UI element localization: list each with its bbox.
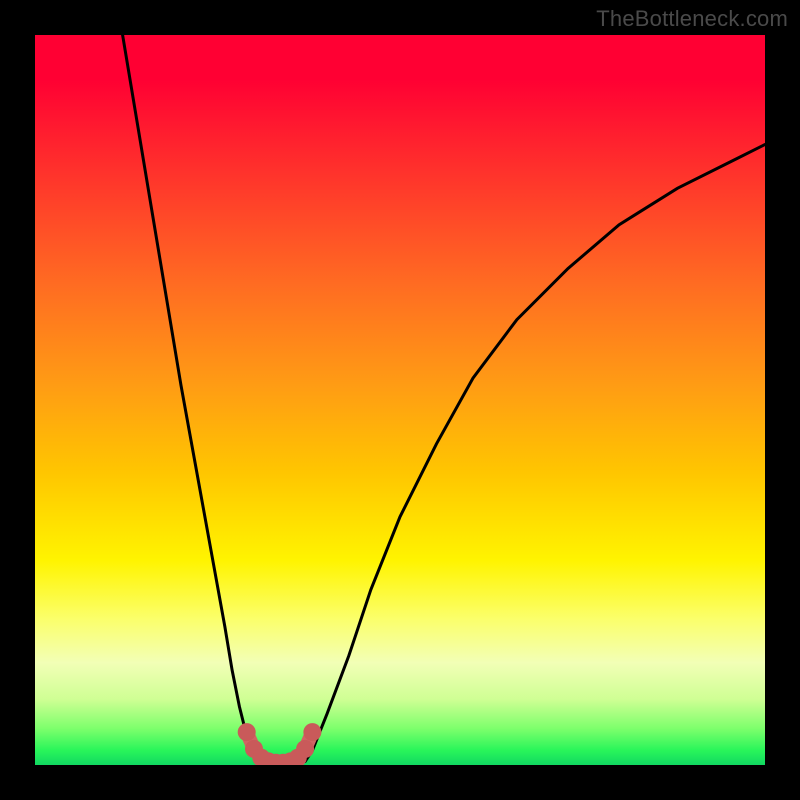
plot-area bbox=[35, 35, 765, 765]
curve-overlay bbox=[35, 35, 765, 765]
red-dot bbox=[303, 723, 321, 741]
red-dot bbox=[296, 740, 314, 758]
red-dots-group bbox=[238, 723, 322, 765]
red-dot bbox=[238, 723, 256, 741]
curve-right bbox=[305, 145, 765, 762]
curve-left bbox=[123, 35, 262, 761]
watermark-text: TheBottleneck.com bbox=[596, 6, 788, 32]
chart-frame: TheBottleneck.com bbox=[0, 0, 800, 800]
